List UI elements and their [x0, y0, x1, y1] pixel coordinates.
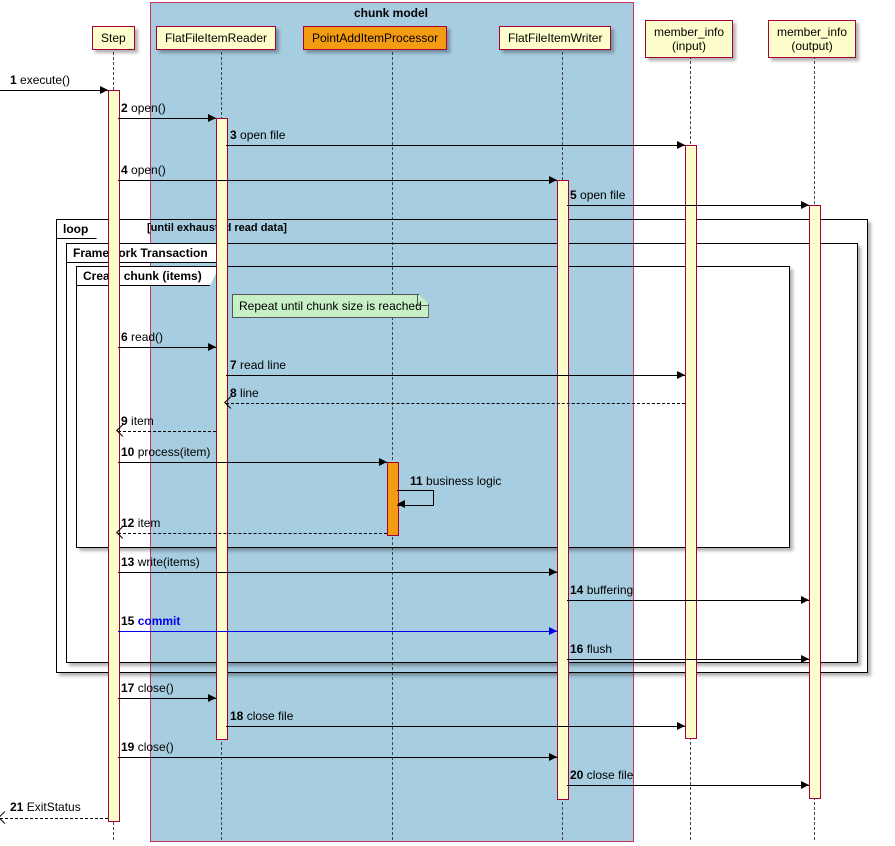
- msg-19-label: 19 close(): [121, 740, 174, 754]
- msg-3-line: [226, 145, 685, 146]
- msg-21-label: 21 ExitStatus: [10, 800, 81, 814]
- msg-8-line: [226, 403, 685, 404]
- msg-6-label: 6 read(): [121, 330, 163, 344]
- msg-19-arrow: [549, 753, 557, 761]
- msg-15-label: 15 commit: [121, 614, 180, 628]
- activation-output: [809, 205, 821, 799]
- msg-4-line: [118, 180, 557, 181]
- msg-16-arrow: [801, 655, 809, 663]
- activation-step: [108, 90, 120, 822]
- msg-2-label: 2 open(): [121, 101, 166, 115]
- msg-14-label: 14 buffering: [570, 583, 633, 597]
- msg-12-label: 12 item: [121, 516, 160, 530]
- msg-2-arrow: [208, 114, 216, 122]
- msg-5-arrow: [801, 201, 809, 209]
- participant-processor: PointAddItemProcessor: [303, 26, 447, 50]
- chunk-model-title: chunk model: [150, 6, 632, 20]
- msg-4-arrow: [549, 176, 557, 184]
- msg-13-line: [118, 572, 557, 573]
- msg-6-line: [118, 347, 216, 348]
- msg-5-label: 5 open file: [570, 188, 625, 202]
- msg-15-line: [118, 631, 557, 632]
- frame-chunk-label: Create chunk (items): [76, 266, 220, 286]
- msg-7-arrow: [677, 371, 685, 379]
- msg-13-arrow: [549, 568, 557, 576]
- msg-21-line: [0, 818, 108, 819]
- msg-16-line: [567, 659, 809, 660]
- msg-18-label: 18 close file: [230, 709, 293, 723]
- msg-7-label: 7 read line: [230, 358, 286, 372]
- msg-3-label: 3 open file: [230, 128, 285, 142]
- msg-15-arrow: [549, 627, 557, 635]
- msg-5-line: [567, 205, 809, 206]
- participant-writer: FlatFileItemWriter: [499, 26, 611, 50]
- msg-14-arrow: [801, 596, 809, 604]
- activation-writer: [557, 180, 569, 800]
- msg-1-line: [0, 90, 108, 91]
- msg-14-line: [567, 600, 809, 601]
- msg-10-label: 10 process(item): [121, 445, 210, 459]
- msg-9-line: [118, 431, 216, 432]
- msg-13-label: 13 write(items): [121, 555, 200, 569]
- msg-16-label: 16 flush: [570, 642, 612, 656]
- activation-input: [685, 145, 697, 739]
- msg-9-label: 9 item: [121, 414, 154, 428]
- msg-20-label: 20 close file: [570, 768, 633, 782]
- msg-3-arrow: [677, 141, 685, 149]
- frame-loop-label: loop: [56, 219, 106, 239]
- msg-17-label: 17 close(): [121, 681, 174, 695]
- msg-11-label: 11 business logic: [410, 474, 501, 488]
- msg-18-arrow: [677, 722, 685, 730]
- msg-1-arrow: [100, 86, 108, 94]
- msg-17-arrow: [208, 694, 216, 702]
- msg-17-line: [118, 698, 216, 699]
- msg-12-line: [118, 533, 387, 534]
- activation-reader: [216, 118, 228, 740]
- msg-4-label: 4 open(): [121, 163, 166, 177]
- participant-output: member_info (output): [768, 20, 856, 58]
- msg-8-label: 8 line: [230, 386, 259, 400]
- msg-20-arrow: [801, 781, 809, 789]
- msg-20-line: [567, 785, 809, 786]
- participant-input: member_info (input): [645, 20, 733, 58]
- msg-10-line: [118, 462, 387, 463]
- msg-18-line: [226, 726, 685, 727]
- sequence-diagram: chunk model Step FlatFileItemReader Poin…: [0, 0, 895, 846]
- msg-6-arrow: [208, 343, 216, 351]
- msg-7-line: [226, 375, 685, 376]
- msg-10-arrow: [379, 458, 387, 466]
- participant-step: Step: [92, 26, 135, 50]
- msg-2-line: [118, 118, 216, 119]
- frame-tx-label: Framework Transaction: [66, 243, 226, 263]
- note-repeat: Repeat until chunk size is reached: [232, 294, 429, 318]
- msg-11-arrow: [397, 500, 405, 508]
- msg-1-label: 1 execute(): [10, 73, 70, 87]
- participant-reader: FlatFileItemReader: [156, 26, 276, 50]
- msg-19-line: [118, 757, 557, 758]
